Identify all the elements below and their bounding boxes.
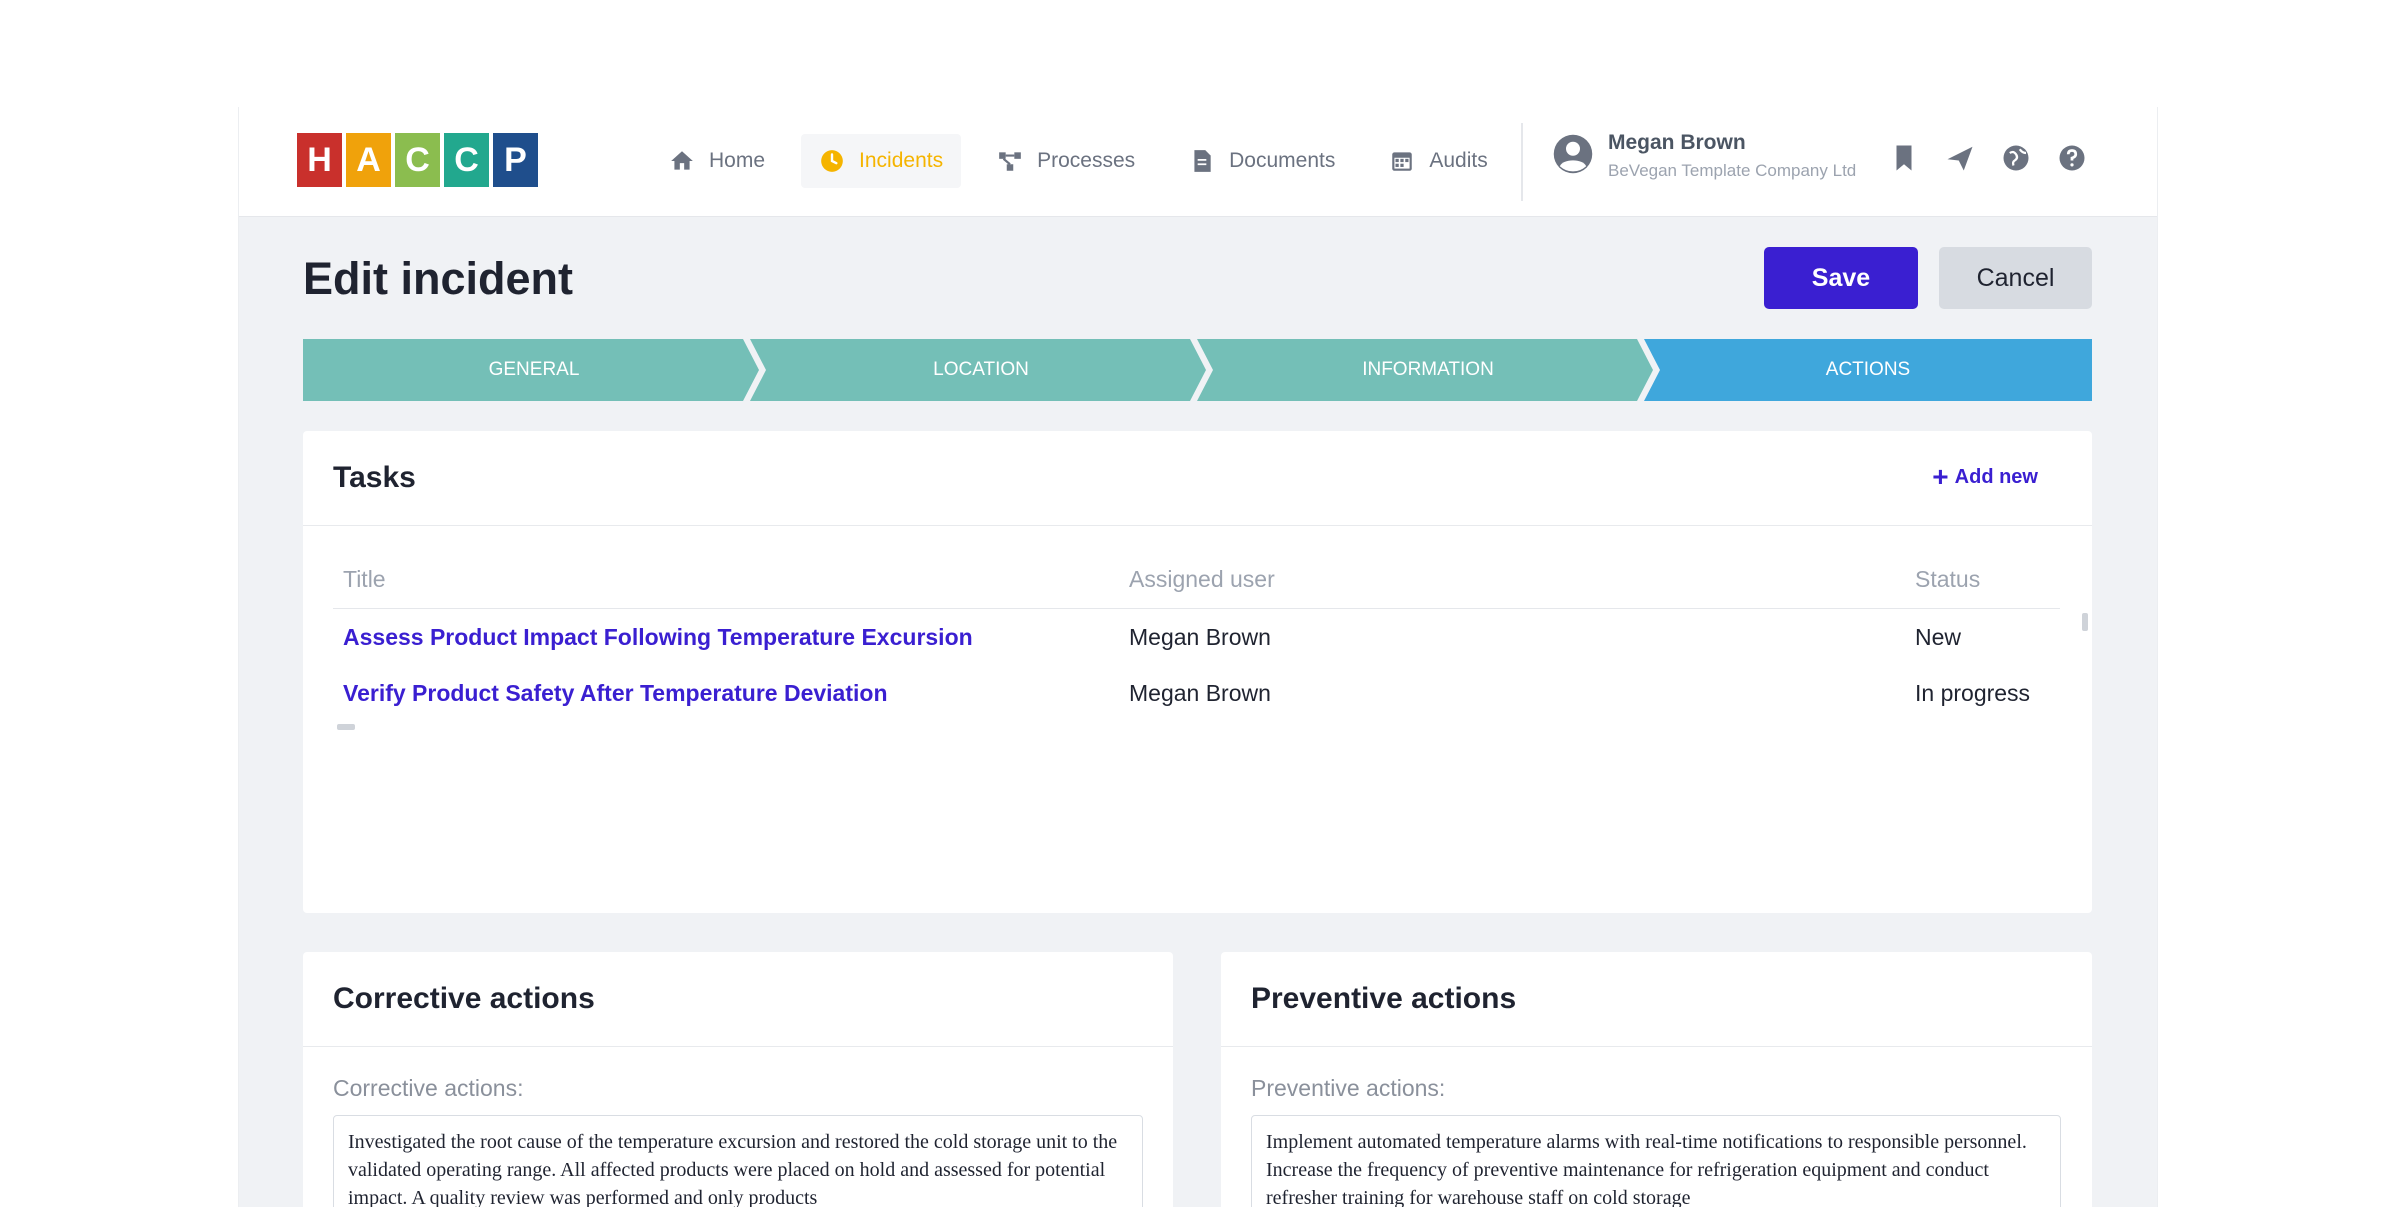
step-label: ACTIONS: [1825, 359, 1911, 380]
cancel-button[interactable]: Cancel: [1939, 247, 2092, 309]
card-title: Tasks: [333, 461, 416, 494]
task-title-link[interactable]: Assess Product Impact Following Temperat…: [343, 624, 973, 651]
horizontal-scrollbar[interactable]: [337, 724, 355, 730]
user-menu[interactable]: Megan Brown BeVegan Template Company Ltd: [1552, 131, 1856, 181]
plus-icon: +: [1932, 461, 1949, 492]
preventive-card-header: Preventive actions: [1221, 952, 2092, 1047]
step-location[interactable]: LOCATION: [750, 339, 1206, 401]
step-information[interactable]: INFORMATION: [1197, 339, 1653, 401]
nav-item-audits[interactable]: Audits: [1371, 134, 1505, 188]
preventive-actions-textarea[interactable]: Implement automated temperature alarms w…: [1251, 1115, 2061, 1207]
help-icon[interactable]: [2057, 143, 2087, 173]
logo-letter: C: [395, 133, 440, 187]
step-actions[interactable]: ACTIONS: [1644, 339, 2092, 401]
nav-item-home[interactable]: Home: [651, 134, 783, 188]
user-avatar-icon: [1553, 134, 1593, 173]
column-header-assigned-user[interactable]: Assigned user: [1129, 566, 1275, 593]
haccp-logo[interactable]: H A C C P: [297, 133, 538, 187]
add-new-task-button[interactable]: + Add new: [1932, 463, 2038, 491]
corrective-actions-card: Corrective actions Corrective actions: I…: [303, 952, 1173, 1207]
logo-letter: C: [444, 133, 489, 187]
step-label: INFORMATION: [1362, 359, 1494, 380]
task-status: New: [1915, 623, 1962, 650]
task-assigned-user: Megan Brown: [1129, 623, 1271, 650]
card-title: Preventive actions: [1251, 982, 1517, 1015]
corrective-card-header: Corrective actions: [303, 952, 1173, 1047]
nav-item-documents[interactable]: Documents: [1171, 134, 1353, 188]
bookmark-icon[interactable]: [1889, 143, 1919, 173]
nav-label: Processes: [1037, 149, 1136, 172]
task-title-link[interactable]: Verify Product Safety After Temperature …: [343, 680, 888, 707]
send-icon[interactable]: [1945, 143, 1975, 173]
logo-letter: H: [297, 133, 342, 187]
avatar: [1552, 133, 1594, 180]
flow-icon: [999, 152, 1021, 171]
step-label: GENERAL: [488, 359, 580, 380]
tasks-card: Tasks + Add new Title Assigned user Stat…: [303, 431, 2092, 913]
step-general[interactable]: GENERAL: [303, 339, 759, 401]
logo-letter: A: [346, 133, 391, 187]
nav-label: Documents: [1229, 149, 1336, 172]
vertical-scrollbar[interactable]: [2082, 613, 2088, 631]
app-frame: H A C C P Home Incidents Processes Docum…: [238, 107, 2158, 1207]
tasks-card-header: Tasks + Add new: [303, 431, 2092, 526]
column-header-status[interactable]: Status: [1915, 566, 1980, 593]
calendar-icon: [1392, 152, 1413, 171]
page-title: Edit incident: [303, 253, 573, 304]
task-status: In progress: [1915, 679, 2031, 706]
column-header-title[interactable]: Title: [343, 566, 386, 593]
home-icon: [671, 151, 693, 170]
nav-label: Home: [709, 149, 766, 172]
step-label: LOCATION: [933, 359, 1029, 380]
corrective-actions-label: Corrective actions:: [333, 1075, 524, 1101]
header-divider: [1521, 123, 1523, 201]
user-info: Megan Brown BeVegan Template Company Ltd: [1608, 131, 1856, 181]
card-title: Corrective actions: [333, 982, 595, 1015]
tasks-table: Title Assigned user Status Assess Produc…: [333, 551, 2088, 730]
main-nav: Home Incidents Processes Documents Audit…: [651, 134, 1506, 188]
preventive-actions-label: Preventive actions:: [1251, 1075, 1446, 1101]
nav-item-incidents[interactable]: Incidents: [801, 134, 962, 188]
clock-icon: [821, 150, 843, 172]
user-name: Megan Brown: [1608, 131, 1746, 154]
user-company: BeVegan Template Company Ltd: [1608, 161, 1857, 180]
table-header-row: Title Assigned user Status: [333, 551, 2060, 609]
header-icons: [1889, 143, 2087, 173]
nav-label: Incidents: [859, 149, 944, 172]
save-button[interactable]: Save: [1764, 247, 1918, 309]
table-row[interactable]: Verify Product Safety After Temperature …: [333, 665, 2060, 721]
document-icon: [1194, 150, 1211, 172]
top-header: H A C C P Home Incidents Processes Docum…: [239, 107, 2157, 217]
corrective-actions-textarea[interactable]: Investigated the root cause of the tempe…: [333, 1115, 1143, 1207]
nav-item-processes[interactable]: Processes: [979, 134, 1153, 188]
task-assigned-user: Megan Brown: [1129, 679, 1271, 706]
incident-stepper: GENERAL LOCATION INFORMATION ACTIONS: [303, 339, 2092, 401]
preventive-actions-card: Preventive actions Preventive actions: I…: [1221, 952, 2092, 1207]
globe-icon[interactable]: [2001, 143, 2031, 173]
add-new-label: Add new: [1954, 465, 2038, 488]
nav-label: Audits: [1429, 149, 1488, 172]
logo-letter: P: [493, 133, 538, 187]
table-row[interactable]: Assess Product Impact Following Temperat…: [333, 609, 2060, 665]
